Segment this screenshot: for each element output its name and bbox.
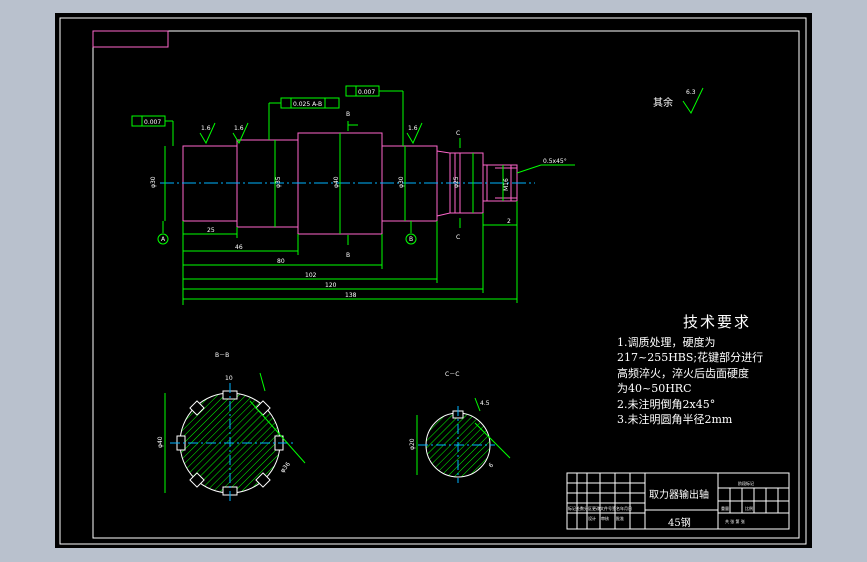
dim-dia-d: φ30 xyxy=(398,176,405,188)
svg-text:B: B xyxy=(346,252,350,259)
svg-text:4.5: 4.5 xyxy=(480,400,490,407)
svg-text:φ20: φ20 xyxy=(409,438,416,450)
svg-text:设计: 设计 xyxy=(588,515,596,521)
svg-text:B: B xyxy=(346,111,350,118)
tol-3: 0.007 xyxy=(358,89,375,96)
cad-viewport[interactable]: φ30 φ35 φ40 φ30 φ25 M16 0.007 0.025 A-B … xyxy=(55,13,812,548)
tech-line-4: 为40~50HRC xyxy=(617,382,692,395)
svg-text:重量: 重量 xyxy=(721,505,729,511)
dim-len-6: 138 xyxy=(345,292,357,299)
svg-text:C: C xyxy=(456,130,460,137)
dim-dia-a: φ30 xyxy=(150,176,157,188)
dim-len-7: 2 xyxy=(507,218,511,225)
section-c-view: φ20 4.5 6 xyxy=(409,397,511,483)
svg-text:共 张 第 张: 共 张 第 张 xyxy=(725,518,745,524)
svg-text:1.6: 1.6 xyxy=(201,125,211,132)
dim-len-3: 80 xyxy=(277,258,285,265)
roughness-value: 6.3 xyxy=(686,89,696,96)
tol-2: 0.025 A-B xyxy=(293,101,322,108)
svg-text:批准: 批准 xyxy=(616,515,624,521)
section-c-label: C－C xyxy=(445,371,459,378)
svg-text:1.6: 1.6 xyxy=(234,125,244,132)
part-name: 取力器输出轴 xyxy=(649,488,709,501)
section-b-label: B－B xyxy=(215,352,229,359)
tech-line-2: 217~255HBS;花键部分进行 xyxy=(617,351,764,364)
dim-len-4: 102 xyxy=(305,272,317,279)
dim-dia-e: φ25 xyxy=(453,176,460,188)
dim-dia-c: φ40 xyxy=(333,176,340,188)
svg-text:比例: 比例 xyxy=(745,505,753,511)
svg-text:审核: 审核 xyxy=(601,515,609,521)
tech-title: 技术要求 xyxy=(682,313,751,331)
dim-chamfer: 0.5x45° xyxy=(543,158,567,165)
svg-text:φ36: φ36 xyxy=(279,461,292,475)
svg-text:标记处数分区更改文件号签名年月日: 标记处数分区更改文件号签名年月日 xyxy=(568,505,632,511)
svg-text:10: 10 xyxy=(225,375,233,382)
svg-text:A: A xyxy=(161,236,166,243)
dim-len-5: 120 xyxy=(325,282,337,289)
svg-text:阶段标记: 阶段标记 xyxy=(738,480,754,486)
svg-text:B: B xyxy=(409,236,413,243)
dim-dia-b: φ35 xyxy=(275,176,282,188)
reference-box xyxy=(92,30,169,48)
tech-line-5: 2.未注明倒角2x45° xyxy=(617,397,716,411)
dim-len-2: 46 xyxy=(235,244,243,251)
dim-len-1: 25 xyxy=(207,227,215,234)
svg-text:C: C xyxy=(456,234,460,241)
svg-text:1.6: 1.6 xyxy=(408,125,418,132)
section-b-view: φ40 φ36 10 xyxy=(157,372,306,503)
material: 45钢 xyxy=(668,516,691,529)
tech-line-1: 1.调质处理，硬度为 xyxy=(617,335,716,349)
dim-thread: M16 xyxy=(503,178,510,191)
roughness-note: 其余 xyxy=(653,96,673,109)
technical-requirements: 技术要求 1.调质处理，硬度为 217~255HBS;花键部分进行 高频淬火，淬… xyxy=(617,313,807,428)
tech-line-3: 高频淬火，淬火后齿面硬度 xyxy=(617,366,749,380)
drawing-canvas: φ30 φ35 φ40 φ30 φ25 M16 0.007 0.025 A-B … xyxy=(59,17,807,545)
tol-1: 0.007 xyxy=(144,119,161,126)
tech-line-6: 3.未注明圆角半径2mm xyxy=(617,413,733,426)
svg-text:φ40: φ40 xyxy=(157,436,164,448)
svg-text:6: 6 xyxy=(487,462,495,470)
